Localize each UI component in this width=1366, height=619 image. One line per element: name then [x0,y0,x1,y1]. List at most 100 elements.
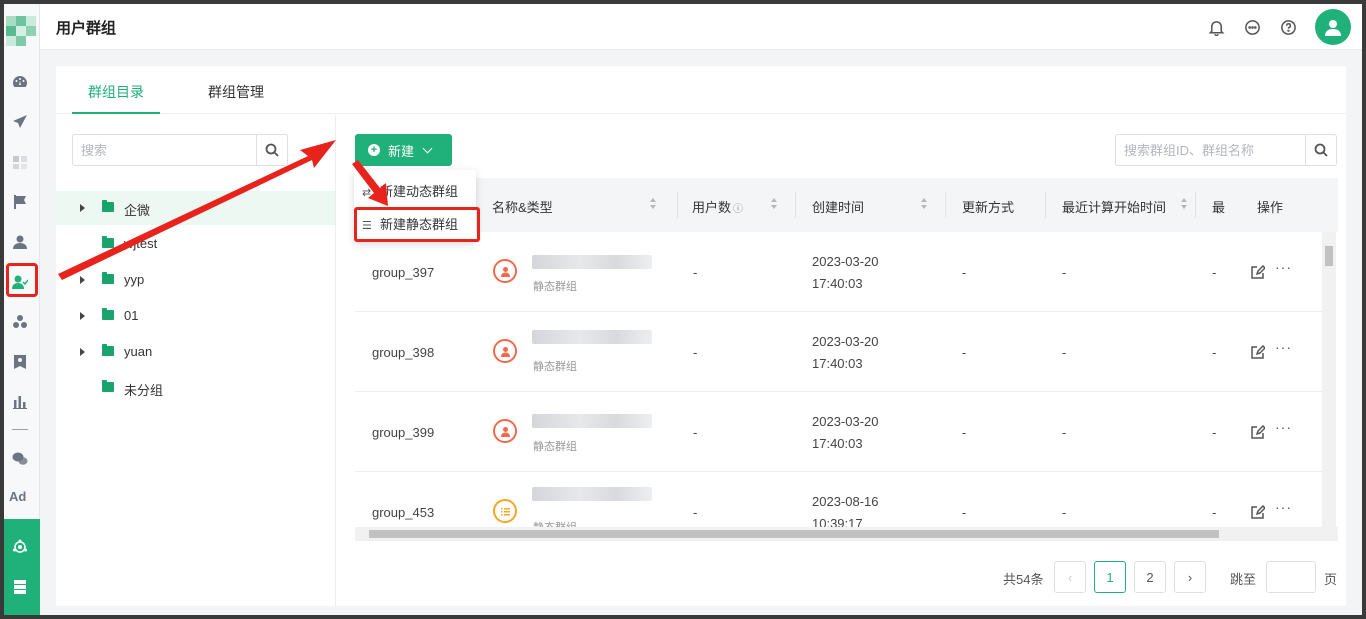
col-separator [1195,192,1196,218]
col-actions: 操作 [1257,200,1284,215]
prev-page-button[interactable]: ‹ [1054,561,1086,593]
user-count: - [693,425,698,440]
hub-icon[interactable] [10,537,30,557]
update-mode: - [962,265,967,280]
tree-search-input[interactable] [73,135,257,165]
dashboard-icon[interactable] [10,72,30,92]
table-row[interactable]: group_397 静态群组 - 2023-03-20 17:40:03 - -… [355,232,1322,312]
caret-right-icon[interactable] [80,276,85,284]
edit-icon[interactable] [1251,504,1267,519]
created-date: 2023-03-20 [812,414,879,429]
menu-item-new-dynamic-group[interactable]: ⇄ 新建动态群组 [362,181,458,200]
ad-icon[interactable]: Ad [9,489,26,504]
more-icon[interactable]: ··· [1275,499,1292,515]
update-mode: - [962,505,967,520]
table-row[interactable]: group_398 静态群组 - 2023-03-20 17:40:03 - -… [355,312,1322,392]
jump-page-input[interactable] [1266,561,1316,593]
col-user-count-label: 用户数 [692,200,732,215]
tab-active-indicator [72,112,160,114]
col-separator [945,192,946,218]
user-count: - [693,345,698,360]
tree-item-01[interactable]: 01 [56,299,335,333]
tab-group-management[interactable]: 群组管理 [208,82,264,102]
chevron-down-icon [422,143,433,153]
list-circle-icon [493,499,517,523]
tree-item-label: yyp [124,272,145,287]
caret-right-icon[interactable] [80,348,85,356]
folder-icon [102,344,114,356]
scrollbar-thumb[interactable] [1325,246,1333,266]
help-icon[interactable] [1278,17,1298,37]
col-update-mode: 更新方式 [962,200,1015,215]
created-time: 10:39:17 [812,516,863,527]
more-icon[interactable]: ··· [1275,419,1292,435]
more-icon[interactable]: ··· [1275,259,1292,275]
new-button-label: 新建 [388,143,415,159]
server-icon[interactable] [10,577,30,597]
plus-circle-icon: + [368,144,380,156]
folder-icon [102,308,114,320]
update-mode: - [962,425,967,440]
cluster-icon[interactable] [10,312,30,332]
tab-group-directory[interactable]: 群组目录 [88,82,144,102]
tree-item-qiwei[interactable]: 企微 [56,191,335,225]
truncated-value: - [1212,265,1217,280]
group-id: group_399 [372,425,435,440]
help-icon[interactable]: ⓘ [733,204,743,215]
wechat-icon[interactable] [10,449,30,469]
bar-chart-icon[interactable] [10,392,30,412]
group-search-button[interactable] [1305,135,1336,165]
caret-right-icon[interactable] [80,204,85,212]
col-separator [795,192,796,218]
next-page-button[interactable]: › [1174,561,1206,593]
blurred-group-name [532,414,652,428]
tree-search-button[interactable] [256,135,287,165]
edit-icon[interactable] [1251,424,1267,439]
folder-icon [102,200,114,212]
new-button[interactable]: + 新建 [355,134,452,166]
group-search-input[interactable] [1116,135,1306,165]
col-separator [677,192,678,218]
tab-bar: 群组目录 群组管理 [56,66,1346,114]
sort-icon[interactable] [650,198,657,210]
created-date: 2023-03-20 [812,334,879,349]
edit-icon[interactable] [1251,264,1267,279]
more-icon[interactable]: ··· [1275,339,1292,355]
table-row[interactable]: group_399 静态群组 - 2023-03-20 17:40:03 - -… [355,392,1322,472]
sort-icon[interactable] [771,198,778,210]
table-row[interactable]: group_453 静态群组 - 2023-08-16 10:39:17 - -… [355,472,1322,527]
avatar[interactable] [1315,9,1351,45]
menu-item-label: 新建动态群组 [380,184,459,199]
user-icon[interactable] [10,232,30,252]
search-icon [1314,143,1328,157]
tree-item-yyp[interactable]: yyp [56,263,335,297]
bell-icon[interactable] [1206,17,1226,37]
tree-item-wjtest[interactable]: wjtest [56,227,335,261]
edit-icon[interactable] [1251,344,1267,359]
vertical-scrollbar[interactable] [1322,232,1336,527]
col-user-count[interactable]: 用户数 ⓘ [692,197,743,216]
sort-icon[interactable] [1181,198,1188,210]
tree-item-yuan[interactable]: yuan [56,335,335,369]
col-created-time[interactable]: 创建时间 [812,197,864,216]
truncated-value: - [1212,345,1217,360]
app-logo [4,12,36,50]
user-count: - [693,505,698,520]
page-1-button[interactable]: 1 [1094,561,1126,593]
tree-item-ungrouped[interactable]: 未分组 [56,371,335,405]
flag-icon[interactable] [10,192,30,212]
horizontal-scrollbar[interactable] [355,527,1338,541]
message-icon[interactable] [1242,17,1262,37]
profile-card-icon[interactable] [10,352,30,372]
jump-label: 跳至 [1230,572,1257,587]
sort-icon[interactable] [921,198,928,210]
caret-right-icon[interactable] [80,312,85,320]
person-icon [493,259,517,283]
page-2-button[interactable]: 2 [1134,561,1166,593]
scrollbar-thumb[interactable] [369,530,1219,538]
col-last-calc-start[interactable]: 最近计算开始时间 [1062,197,1166,216]
folder-icon [102,380,114,392]
col-name-type[interactable]: 名称&类型 [492,197,553,216]
send-icon[interactable] [10,112,30,132]
grid-icon[interactable] [10,152,30,172]
